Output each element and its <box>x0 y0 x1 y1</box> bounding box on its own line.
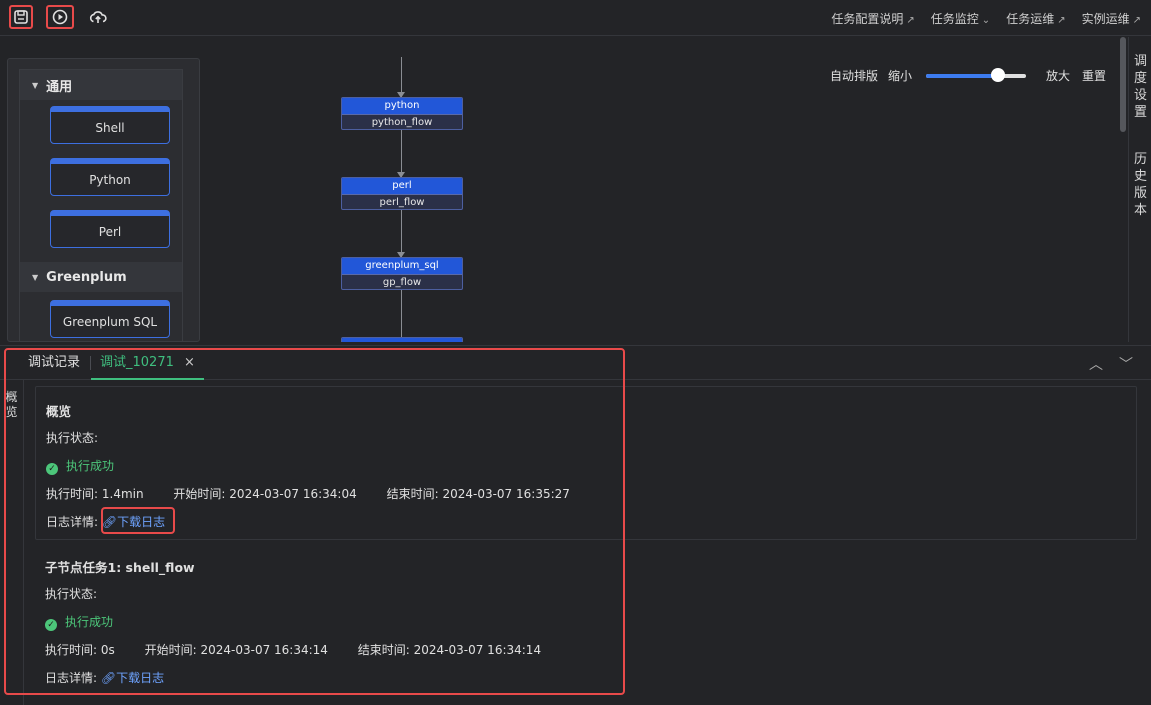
caret-down-icon: ▼ <box>32 272 39 282</box>
palette-item-perl[interactable]: Perl <box>50 210 170 248</box>
caret-down-icon: ▼ <box>32 80 39 90</box>
play-icon <box>52 9 68 25</box>
group-greenplum[interactable]: ▼ Greenplum <box>20 262 182 292</box>
cloud-upload-icon <box>89 11 107 23</box>
zoom-out-button[interactable]: 缩小 <box>888 67 912 84</box>
task-ops-link[interactable]: 任务运维 ↗ <box>1006 10 1065 27</box>
palette-item-shell[interactable]: Shell <box>50 106 170 144</box>
chevron-up-icon[interactable]: ︿ <box>1089 354 1103 374</box>
edge <box>401 290 402 338</box>
palette-item-greenplum-sql[interactable]: Greenplum SQL <box>50 300 170 338</box>
save-button[interactable] <box>9 5 33 29</box>
reset-button[interactable]: 重置 <box>1082 67 1106 84</box>
top-links: 任务配置说明 ↗ 任务监控 ⌄ 任务运维 ↗ 实例运维 ↗ <box>831 0 1141 36</box>
edge <box>401 210 402 258</box>
canvas-scrollbar[interactable] <box>1120 37 1126 132</box>
publish-button[interactable] <box>86 5 110 29</box>
flow-node-partial[interactable] <box>341 337 463 342</box>
run-button[interactable] <box>46 5 74 29</box>
chevron-down-icon[interactable]: ﹀ <box>1119 354 1133 374</box>
zoom-slider-handle[interactable] <box>990 67 1005 82</box>
right-rail: 调度设置 历史版本 <box>1128 37 1151 342</box>
zoom-slider[interactable] <box>925 67 1026 82</box>
zoom-in-button[interactable]: 放大 <box>1046 67 1070 84</box>
task-config-doc-link[interactable]: 任务配置说明 ↗ <box>831 10 914 27</box>
task-monitor-menu[interactable]: 任务监控 ⌄ <box>931 10 990 27</box>
highlight-download-log <box>101 507 175 534</box>
auto-layout-button[interactable]: 自动排版 <box>830 67 878 84</box>
flow-node-python[interactable]: python python_flow <box>341 97 463 130</box>
tab-version-history[interactable]: 历史版本 <box>1129 151 1151 219</box>
group-general[interactable]: ▼ 通用 <box>20 70 182 100</box>
instance-ops-link[interactable]: 实例运维 ↗ <box>1082 10 1141 27</box>
palette-item-python[interactable]: Python <box>50 158 170 196</box>
flow-node-greenplum-sql[interactable]: greenplum_sql gp_flow <box>341 257 463 290</box>
node-palette: ▼ 通用 Shell Python Perl ▼ Greenplum Greenpl… <box>7 58 200 342</box>
tab-schedule-settings[interactable]: 调度设置 <box>1129 53 1151 121</box>
toolbar: 任务配置说明 ↗ 任务监控 ⌄ 任务运维 ↗ 实例运维 ↗ <box>0 0 1151 36</box>
highlight-debug-panel <box>4 348 625 695</box>
flow-canvas[interactable]: 自动排版 缩小 放大 重置 python python_flow perl perl… <box>200 37 1118 342</box>
save-icon <box>14 10 28 24</box>
flow-node-perl[interactable]: perl perl_flow <box>341 177 463 210</box>
zoom-controls: 自动排版 缩小 放大 重置 <box>830 67 1106 84</box>
edge <box>401 130 402 178</box>
